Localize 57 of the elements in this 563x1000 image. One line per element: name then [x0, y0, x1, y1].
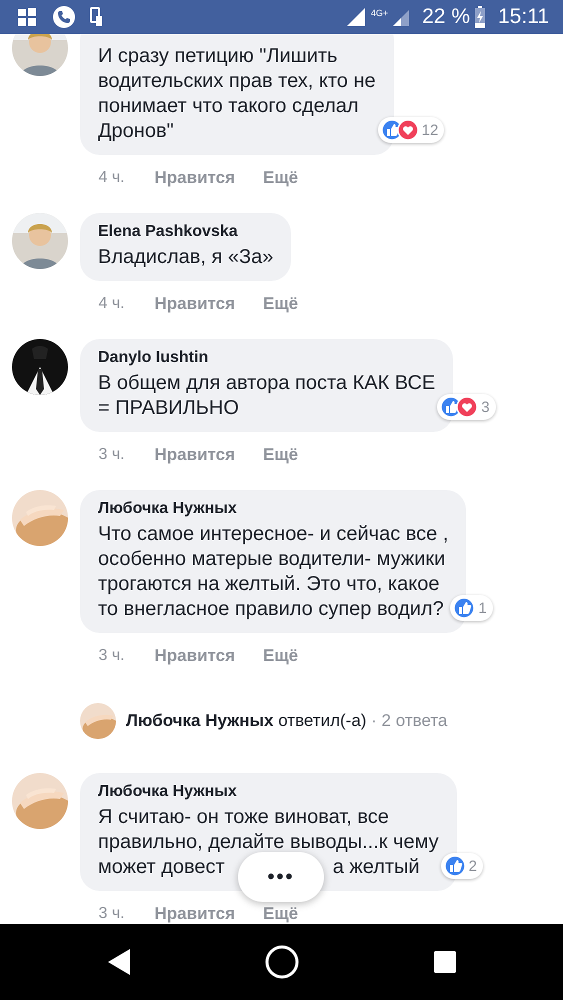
comment-text: Владислав, я «За»	[98, 245, 274, 270]
thumbs-up-icon	[453, 597, 476, 619]
author-name[interactable]: Любочка Нужных	[98, 783, 439, 801]
thumbs-up-icon	[444, 855, 466, 877]
phone-icon	[52, 5, 76, 29]
like-link[interactable]: Нравится	[154, 904, 235, 924]
signal-icon	[344, 7, 367, 27]
comment-text: В общем для автора поста КАК ВСЕ	[98, 371, 436, 396]
like-link[interactable]: Нравится	[154, 294, 235, 314]
battery-icon	[474, 6, 486, 28]
more-link[interactable]: Ещё	[263, 445, 298, 465]
comment-time: 3 ч.	[98, 647, 126, 665]
recents-icon[interactable]	[432, 950, 457, 974]
comment-time: 3 ч.	[98, 905, 126, 923]
reactions-badge[interactable]: 2	[440, 853, 483, 879]
comment-text: может довест	[98, 855, 225, 880]
device-icon	[90, 6, 104, 28]
battery-percent: 22 %	[422, 5, 470, 29]
like-link[interactable]: Нравится	[154, 168, 235, 188]
comment-text: = ПРАВИЛЬНО	[98, 396, 240, 421]
home-icon[interactable]	[264, 944, 300, 980]
replies-link[interactable]: Любочка Нужных ответил(-а) · 2 ответа	[126, 711, 448, 731]
reaction-count: 3	[481, 398, 490, 416]
more-link[interactable]: Ещё	[263, 294, 298, 314]
like-link[interactable]: Нравится	[154, 445, 235, 465]
more-link[interactable]: Ещё	[263, 168, 298, 188]
more-link[interactable]: Ещё	[263, 646, 298, 666]
back-icon[interactable]	[106, 947, 132, 977]
grid-icon	[16, 6, 38, 28]
comment-time: 3 ч.	[98, 446, 126, 464]
reaction-count: 1	[478, 600, 487, 616]
reactions-badge[interactable]: 1	[450, 595, 493, 621]
reactions-badge[interactable]: 3	[437, 394, 496, 420]
clock: 15:11	[498, 5, 549, 29]
comment-text: Я считаю- он тоже виноват, все	[98, 805, 390, 830]
comment-time: 4 ч.	[98, 295, 126, 313]
comment-text: правильно, делайте выводы...к чему	[98, 830, 439, 855]
reaction-count: 2	[468, 858, 477, 874]
comment-text: И сразу петицию "Лишить	[98, 44, 338, 69]
author-name[interactable]: Elena Pashkovska	[98, 223, 274, 241]
reaction-count: 12	[422, 122, 438, 138]
comment-text: особенно матерые водители- мужики	[98, 547, 446, 572]
comment-text: трогаются на желтый. Это что, какое	[98, 572, 440, 597]
network-type: 4G+	[370, 8, 388, 18]
comment-text: Что самое интересное- и сейчас все ,	[98, 522, 448, 547]
like-link[interactable]: Нравится	[154, 646, 235, 666]
comment-text: понимает что такого сделал	[98, 94, 360, 119]
comment-text: водительских прав тех, кто не	[98, 69, 376, 94]
reactions-badge[interactable]: 12	[378, 117, 444, 143]
comment-text: Дронов"	[98, 119, 175, 144]
comment-time: 4 ч.	[98, 169, 126, 187]
comment-text: а желтый	[332, 855, 420, 880]
author-name[interactable]: Danylo Iushtin	[98, 349, 436, 367]
more-link[interactable]: Ещё	[263, 904, 298, 924]
more-menu[interactable]: •••	[238, 852, 324, 902]
comment-text: то внегласное правило супер водил?	[98, 597, 445, 622]
author-name[interactable]: Любочка Нужных	[98, 500, 448, 518]
